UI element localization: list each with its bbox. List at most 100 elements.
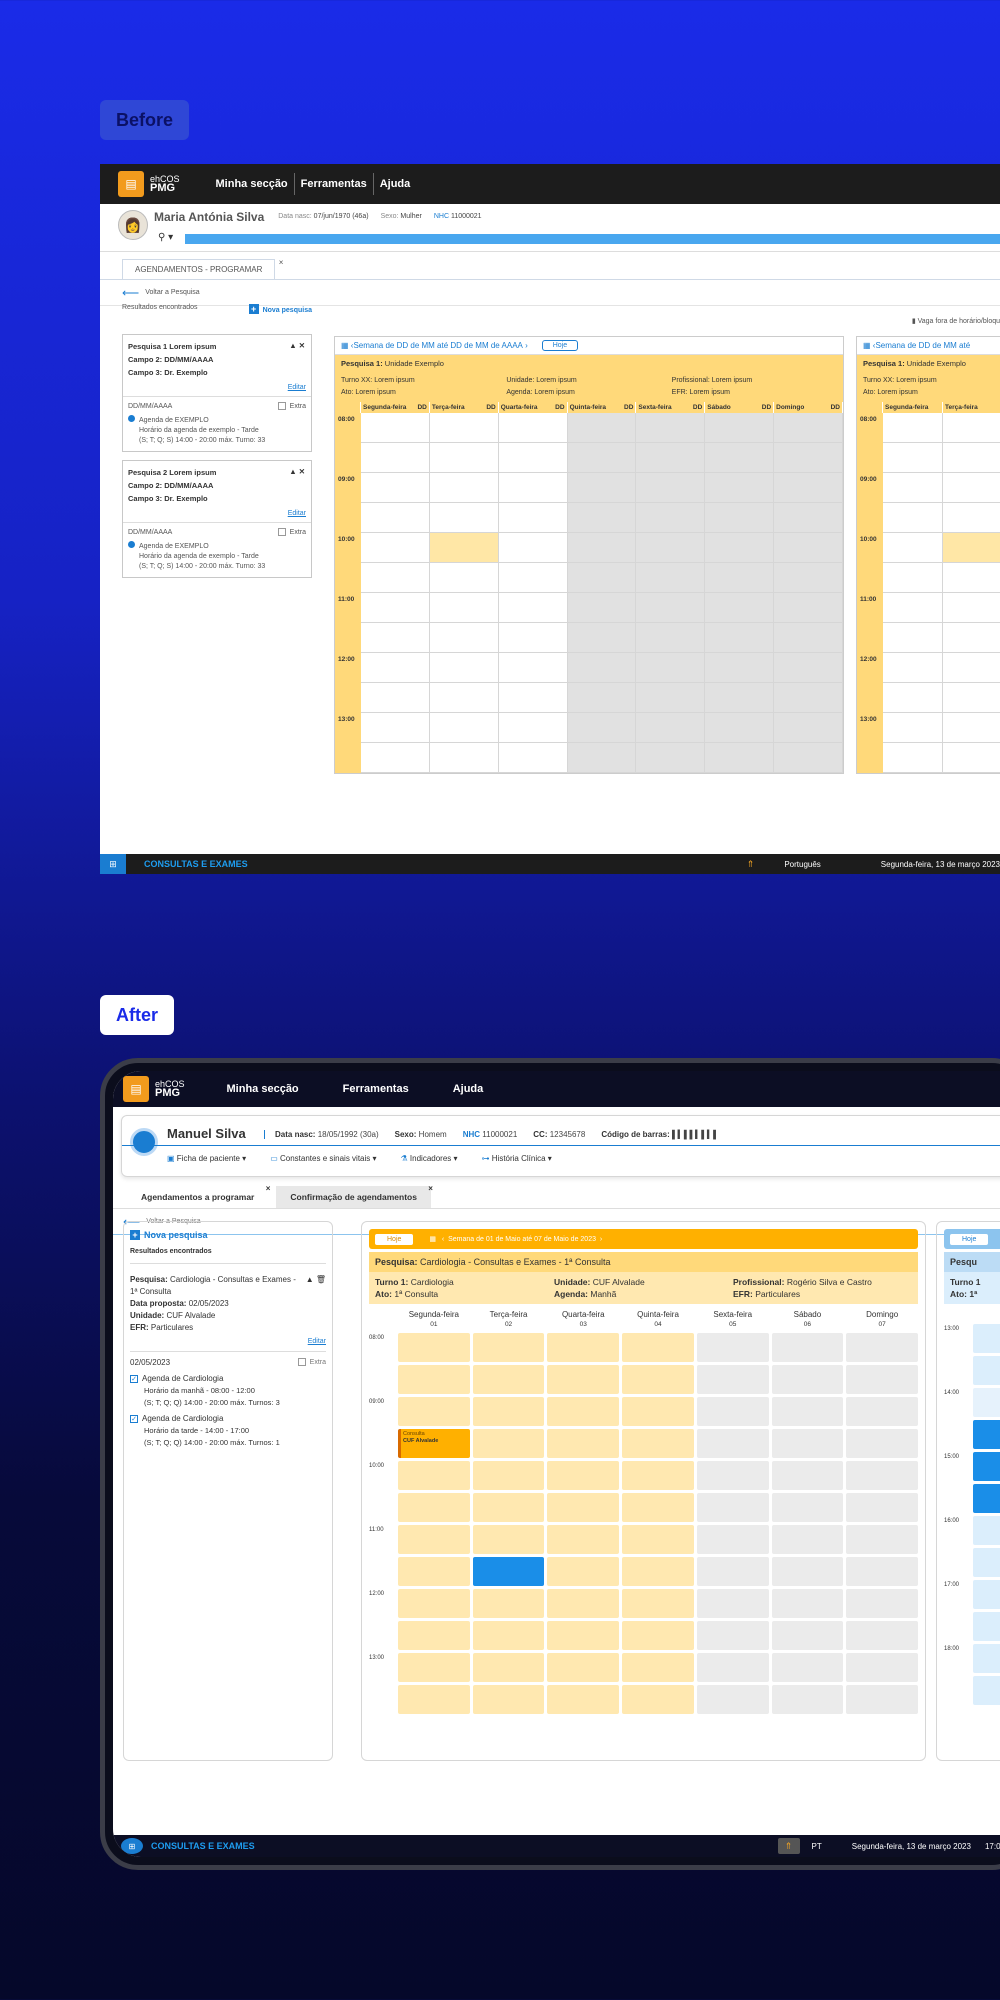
time-slot[interactable] (636, 533, 706, 563)
language[interactable]: Português (784, 860, 820, 869)
time-slot[interactable] (771, 1365, 844, 1394)
back-link[interactable]: ⟵ Voltar a Pesquisa (100, 280, 1000, 306)
time-slot[interactable] (547, 1525, 620, 1554)
appointment-consulta[interactable]: Consulta CUF Alvalade (398, 1429, 470, 1458)
time-slot[interactable] (943, 623, 1000, 653)
chevron-up-icon[interactable]: ⇑ (777, 1838, 800, 1854)
time-slot[interactable] (472, 1429, 545, 1458)
time-slot[interactable] (622, 1461, 694, 1490)
time-slot[interactable] (361, 413, 430, 443)
close-icon[interactable]: × (428, 1184, 433, 1193)
new-search-button[interactable]: + Nova pesquisa (248, 304, 312, 314)
tab-confirmacao[interactable]: Confirmação de agendamentos × (276, 1184, 433, 1208)
time-slot[interactable] (883, 653, 943, 683)
time-slot[interactable] (696, 1685, 769, 1714)
time-slot[interactable] (567, 473, 637, 503)
time-slot[interactable] (429, 503, 499, 533)
time-slot[interactable] (705, 593, 775, 623)
time-slot[interactable] (622, 1333, 694, 1362)
time-slot[interactable] (973, 1676, 1000, 1705)
time-slot[interactable] (636, 413, 706, 443)
time-slot[interactable] (771, 1685, 844, 1714)
agenda-option[interactable]: DD/MM/AAAA Extra Agenda de EXEMPLO Horári… (123, 522, 311, 577)
time-slot[interactable] (771, 1621, 844, 1650)
time-slot[interactable] (973, 1516, 1000, 1545)
time-slot[interactable] (774, 713, 843, 743)
time-slot[interactable] (705, 563, 775, 593)
time-slot[interactable] (973, 1324, 1000, 1353)
time-slot[interactable] (636, 503, 706, 533)
time-slot[interactable] (361, 563, 430, 593)
time-slot[interactable] (846, 1653, 918, 1682)
time-slot[interactable] (472, 1653, 545, 1682)
time-slot[interactable] (771, 1493, 844, 1522)
agenda-option[interactable]: DD/MM/AAAA Extra Agenda de EXEMPLO Horári… (123, 396, 311, 451)
time-slot[interactable] (636, 593, 706, 623)
time-slot[interactable] (567, 593, 637, 623)
time-slot[interactable] (774, 593, 843, 623)
search-icon[interactable]: ⚲ ▾ (158, 232, 173, 243)
extra-checkbox[interactable] (277, 402, 286, 411)
time-slot[interactable] (567, 653, 637, 683)
time-slot[interactable] (398, 1685, 470, 1714)
time-slot[interactable] (973, 1356, 1000, 1385)
close-icon[interactable]: × (266, 1184, 271, 1193)
time-slot[interactable] (883, 533, 943, 563)
time-slot[interactable] (846, 1589, 918, 1618)
time-slot[interactable] (943, 533, 1000, 563)
time-slot[interactable] (636, 563, 706, 593)
time-slot[interactable] (846, 1525, 918, 1554)
time-slot[interactable] (883, 683, 943, 713)
appointment-block[interactable] (973, 1484, 1000, 1513)
time-slot[interactable] (547, 1333, 620, 1362)
time-slot[interactable] (622, 1653, 694, 1682)
time-slot[interactable] (622, 1685, 694, 1714)
time-slot[interactable] (498, 683, 568, 713)
time-slot[interactable] (498, 623, 568, 653)
time-slot[interactable] (705, 653, 775, 683)
time-slot[interactable] (498, 743, 568, 773)
time-slot[interactable] (696, 1589, 769, 1618)
time-slot[interactable] (636, 653, 706, 683)
selected-slot[interactable] (472, 1557, 545, 1586)
time-slot[interactable] (567, 503, 637, 533)
time-slot[interactable] (973, 1580, 1000, 1609)
time-slot[interactable] (846, 1397, 918, 1426)
menu-ferramentas[interactable]: Ferramentas (295, 173, 374, 195)
edit-link[interactable]: Editar (123, 384, 311, 396)
time-slot[interactable] (774, 443, 843, 473)
time-slot[interactable] (622, 1397, 694, 1426)
time-slot[interactable] (973, 1612, 1000, 1641)
time-slot[interactable] (547, 1653, 620, 1682)
time-slot[interactable] (472, 1333, 545, 1362)
time-slot[interactable] (883, 743, 943, 773)
time-slot[interactable] (636, 443, 706, 473)
time-slot[interactable] (696, 1429, 769, 1458)
time-slot[interactable] (547, 1493, 620, 1522)
time-slot[interactable] (973, 1548, 1000, 1577)
time-slot[interactable] (696, 1461, 769, 1490)
time-slot[interactable] (622, 1589, 694, 1618)
time-slot[interactable] (361, 683, 430, 713)
time-slot[interactable] (622, 1493, 694, 1522)
time-slot[interactable] (973, 1644, 1000, 1673)
time-slot[interactable] (774, 503, 843, 533)
time-slot[interactable] (943, 443, 1000, 473)
checkbox-checked[interactable]: ✓ (130, 1375, 138, 1383)
time-slot[interactable] (943, 413, 1000, 443)
time-slot[interactable] (429, 713, 499, 743)
menu-minha-seccao[interactable]: Minha secção (205, 1078, 321, 1100)
home-icon[interactable]: ⊞ (100, 854, 126, 874)
time-slot[interactable] (361, 593, 430, 623)
time-slot[interactable] (636, 713, 706, 743)
today-button[interactable]: Hoje (950, 1233, 989, 1245)
time-slot[interactable] (774, 623, 843, 653)
time-slot[interactable] (705, 413, 775, 443)
time-slot[interactable] (498, 443, 568, 473)
time-slot[interactable] (429, 533, 499, 563)
time-slot[interactable] (622, 1621, 694, 1650)
time-slot[interactable] (705, 743, 775, 773)
extra-checkbox[interactable] (277, 528, 286, 537)
time-slot[interactable] (696, 1397, 769, 1426)
time-slot[interactable] (429, 443, 499, 473)
